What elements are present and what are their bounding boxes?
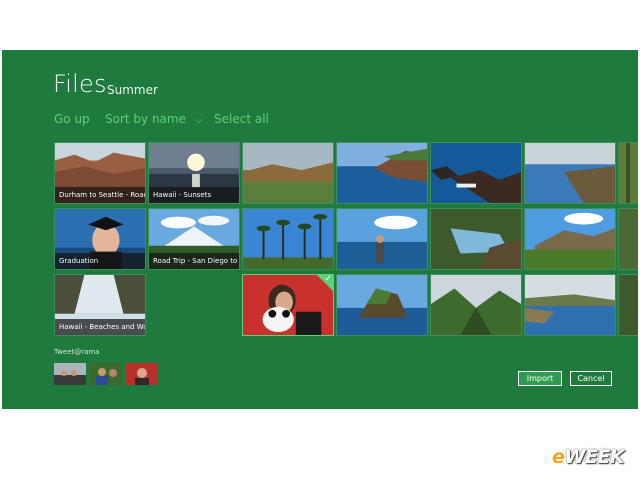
- folder-tile-hawaii-beaches[interactable]: Hawaii - Beaches and Wa...: [54, 274, 146, 336]
- tile-caption: Durham to Seattle - Road...: [55, 187, 145, 203]
- sort-label: Sort by name: [105, 112, 186, 126]
- portrait-photo-thumb: [126, 363, 158, 385]
- tweet-thumb-3[interactable]: [126, 363, 158, 385]
- cancel-button[interactable]: Cancel: [570, 371, 612, 386]
- page-title: Files: [53, 70, 107, 98]
- coast-photo: [337, 143, 427, 203]
- checkmark-icon: ✓: [324, 274, 332, 284]
- coastline-photo: [525, 143, 615, 203]
- photo-tile-bay[interactable]: [524, 274, 616, 336]
- beach-person-photo: [337, 209, 427, 269]
- photo-tile-coastline[interactable]: [524, 142, 616, 204]
- chevron-down-icon: ⌵: [194, 115, 203, 126]
- palm-photo: [619, 143, 638, 203]
- photo-tile-coast-cliff[interactable]: [336, 142, 428, 204]
- tweet-thumb-1[interactable]: [54, 363, 86, 385]
- tweet-folder-label: Tweet@rama: [54, 348, 100, 356]
- folder-tile-road-trip[interactable]: Road Trip - San Diego to ...: [148, 208, 240, 270]
- photo-tile-partial-3[interactable]: [618, 274, 638, 336]
- folder-tile-durham-seattle[interactable]: Durham to Seattle - Road...: [54, 142, 146, 204]
- hills-photo: [243, 143, 333, 203]
- photo-tile-girl-panda[interactable]: ✓: [242, 274, 334, 336]
- mountain-shore-photo: [525, 209, 615, 269]
- tile-caption: Road Trip - San Diego to ...: [149, 253, 239, 269]
- bay-photo: [525, 275, 615, 335]
- lagoon-photo: [431, 209, 521, 269]
- group-photo-thumb: [54, 363, 86, 385]
- friends-photo-thumb: [90, 363, 122, 385]
- photo-tile-valley[interactable]: [430, 274, 522, 336]
- tile-caption: Hawaii - Sunsets: [149, 187, 239, 203]
- photo-tile-palms[interactable]: [242, 208, 334, 270]
- folder-tile-hawaii-sunsets[interactable]: Hawaii - Sunsets: [148, 142, 240, 204]
- tweet-thumb-2[interactable]: [90, 363, 122, 385]
- photo-tile-mountain-shore[interactable]: [524, 208, 616, 270]
- valley-photo: [431, 275, 521, 335]
- trees-photo: [619, 275, 638, 335]
- photo-tile-beach-person[interactable]: [336, 208, 428, 270]
- logo-week: WEEK: [564, 446, 625, 468]
- photo-tile-partial-2[interactable]: [618, 208, 638, 270]
- rocky-shore-photo: [431, 143, 521, 203]
- photo-tile-hills[interactable]: [242, 142, 334, 204]
- palms-photo: [243, 209, 333, 269]
- folder-tile-graduation[interactable]: Graduation: [54, 208, 146, 270]
- photo-tile-rocky-shore[interactable]: [430, 142, 522, 204]
- tile-caption: Hawaii - Beaches and Wa...: [55, 319, 145, 335]
- file-picker-screen: Files Summer Go up Sort by name ⌵ Select …: [2, 50, 638, 409]
- sort-by-name-dropdown[interactable]: Sort by name ⌵: [105, 112, 203, 126]
- tile-caption: Graduation: [55, 253, 145, 269]
- photo-tile-lagoon[interactable]: [430, 208, 522, 270]
- folder-name: Summer: [107, 83, 158, 97]
- photo-tile-sea-stack[interactable]: [336, 274, 428, 336]
- logo-e: e: [552, 446, 565, 468]
- eweek-logo: eWEEK: [552, 446, 625, 468]
- select-all-button[interactable]: Select all: [214, 112, 269, 126]
- foliage-photo: [619, 209, 638, 269]
- photo-tile-partial-1[interactable]: [618, 142, 638, 204]
- go-up-button[interactable]: Go up: [54, 112, 90, 126]
- import-button[interactable]: Import: [518, 371, 562, 386]
- sea-stack-photo: [337, 275, 427, 335]
